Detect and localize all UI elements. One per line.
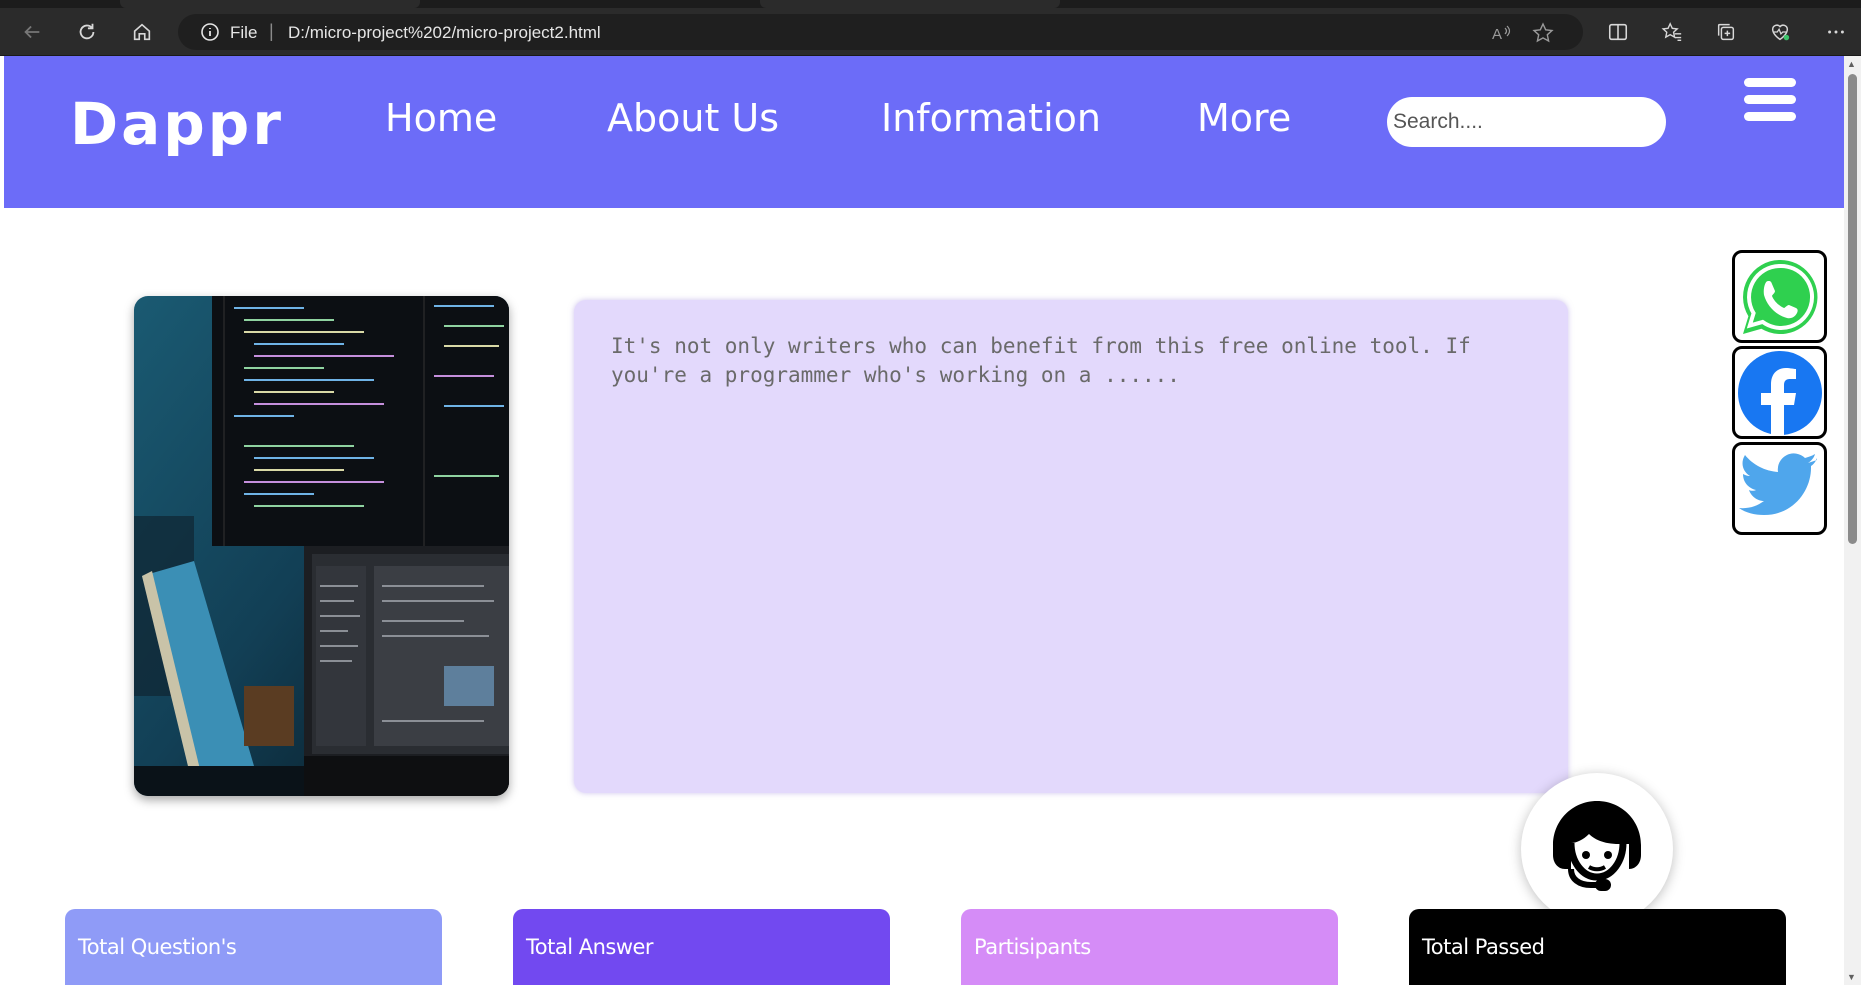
card-total-questions[interactable]: Total Question's [65,909,442,985]
browser-tab[interactable] [120,0,420,8]
reload-icon[interactable] [71,16,103,48]
scrollbar-thumb[interactable] [1848,74,1857,544]
card-participants[interactable]: Partisipants [961,909,1338,985]
card-label: Total Question's [78,935,237,959]
page-scrollbar[interactable]: ▲ ▼ [1844,56,1861,985]
whatsapp-icon [1742,259,1817,334]
svg-text:A: A [1492,26,1502,43]
nav-link-about-us[interactable]: About Us [607,96,779,140]
favorite-star-icon[interactable] [1532,22,1554,44]
hamburger-menu-icon[interactable] [1744,78,1796,130]
whatsapp-button[interactable] [1732,250,1827,343]
nav-link-home[interactable]: Home [385,96,497,140]
card-label: Total Answer [526,935,654,959]
split-screen-icon[interactable] [1602,16,1634,48]
card-label: Total Passed [1422,935,1545,959]
twitter-icon [1738,452,1817,515]
browser-tab[interactable] [760,0,1060,8]
back-icon[interactable] [16,16,48,48]
address-bar[interactable]: File | D:/micro-project%202/micro-projec… [178,14,1583,50]
card-total-answer[interactable]: Total Answer [513,909,890,985]
address-file-label: File [230,23,258,42]
scroll-up-arrow-icon[interactable]: ▲ [1847,59,1856,69]
content-text-area[interactable]: It's not only writers who can benefit fr… [574,300,1568,793]
search-input[interactable] [1387,97,1666,147]
facebook-button[interactable] [1732,346,1827,439]
navbar: Dappr Home About Us Information More [4,56,1844,208]
card-total-passed[interactable]: Total Passed [1409,909,1786,985]
nav-link-more[interactable]: More [1197,96,1291,140]
more-options-icon[interactable] [1820,16,1852,48]
address-url[interactable]: D:/micro-project%202/micro-project2.html [288,23,601,43]
customer-support-icon [1553,801,1641,891]
browser-toolbar: File | D:/micro-project%202/micro-projec… [0,8,1861,56]
read-aloud-icon[interactable]: A [1490,22,1512,44]
twitter-button[interactable] [1732,442,1827,535]
favorites-icon[interactable] [1656,16,1688,48]
facebook-icon [1737,350,1822,435]
card-label: Partisipants [974,935,1091,959]
browser-tabstrip [0,0,1861,8]
support-chat-button[interactable] [1521,773,1673,925]
nav-link-information[interactable]: Information [881,96,1101,140]
address-separator: | [269,21,274,41]
home-icon[interactable] [126,16,158,48]
coding-setup-image [134,296,509,796]
site-logo[interactable]: Dappr [70,90,284,158]
collections-icon[interactable] [1710,16,1742,48]
browser-essentials-icon[interactable] [1764,16,1796,48]
webpage: Dappr Home About Us Information More Sea… [4,56,1844,985]
scroll-down-arrow-icon[interactable]: ▼ [1847,972,1856,982]
info-icon[interactable] [200,22,220,42]
